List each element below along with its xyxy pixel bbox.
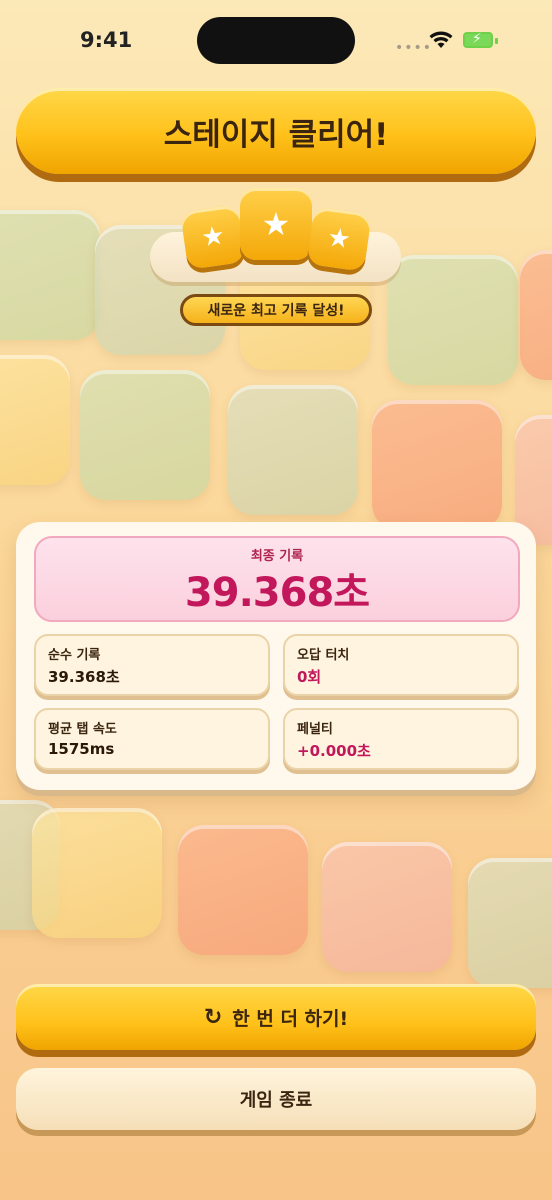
bg-tile bbox=[388, 255, 518, 385]
notch bbox=[197, 17, 355, 64]
bg-tile bbox=[468, 858, 552, 988]
bg-tile bbox=[80, 370, 210, 500]
stat-value: 0회 bbox=[297, 668, 322, 686]
bg-tile bbox=[32, 808, 162, 938]
stat-label: 순수 기록 bbox=[48, 648, 101, 663]
charging-bolt-icon: ⚡ bbox=[472, 31, 482, 47]
star-icon: ★ bbox=[180, 204, 246, 270]
final-record-box: 최종 기록 39.368초 bbox=[34, 536, 520, 622]
bg-tile bbox=[0, 355, 70, 485]
star-icon: ★ bbox=[240, 188, 312, 260]
retry-icon: ↻ bbox=[203, 1004, 223, 1030]
stage-clear-banner: 스테이지 클리어! bbox=[16, 88, 536, 174]
clock: 9:41 bbox=[80, 28, 133, 52]
stat-card-avg-tap-speed: 평균 탭 속도 1575ms bbox=[34, 708, 270, 770]
bg-tile bbox=[372, 400, 502, 530]
stat-value: 1575ms bbox=[48, 740, 115, 758]
cellular-signal-icon: •••• bbox=[395, 40, 433, 56]
stat-card-wrong-touches: 오답 터치 0회 bbox=[283, 634, 519, 696]
stat-value: 39.368초 bbox=[48, 668, 120, 686]
bg-tile bbox=[178, 825, 308, 955]
status-bar: 9:41 •••• ⚡ bbox=[0, 0, 552, 82]
stat-label: 오답 터치 bbox=[297, 648, 350, 663]
retry-button-label: 한 번 더 하기! bbox=[232, 1007, 349, 1030]
stat-label: 페널티 bbox=[297, 722, 333, 737]
stat-card-pure-time: 순수 기록 39.368초 bbox=[34, 634, 270, 696]
retry-button[interactable]: ↻ 한 번 더 하기! bbox=[16, 984, 536, 1050]
exit-button-label: 게임 종료 bbox=[239, 1090, 313, 1111]
new-record-badge: 새로운 최고 기록 달성! bbox=[180, 294, 372, 326]
stat-label: 평균 탭 속도 bbox=[48, 722, 117, 737]
bg-tile bbox=[228, 385, 358, 515]
bg-tile bbox=[0, 210, 100, 340]
battery-cap bbox=[495, 38, 498, 44]
final-record-value: 39.368초 bbox=[184, 570, 370, 616]
exit-game-button[interactable]: 게임 종료 bbox=[16, 1068, 536, 1130]
bg-tile bbox=[520, 250, 552, 380]
stat-card-penalty: 페널티 +0.000초 bbox=[283, 708, 519, 770]
stat-value: +0.000초 bbox=[297, 742, 371, 760]
star-icon: ★ bbox=[306, 206, 372, 272]
bg-tile bbox=[322, 842, 452, 972]
banner-title: 스테이지 클리어! bbox=[163, 116, 389, 153]
wifi-icon bbox=[429, 31, 453, 48]
